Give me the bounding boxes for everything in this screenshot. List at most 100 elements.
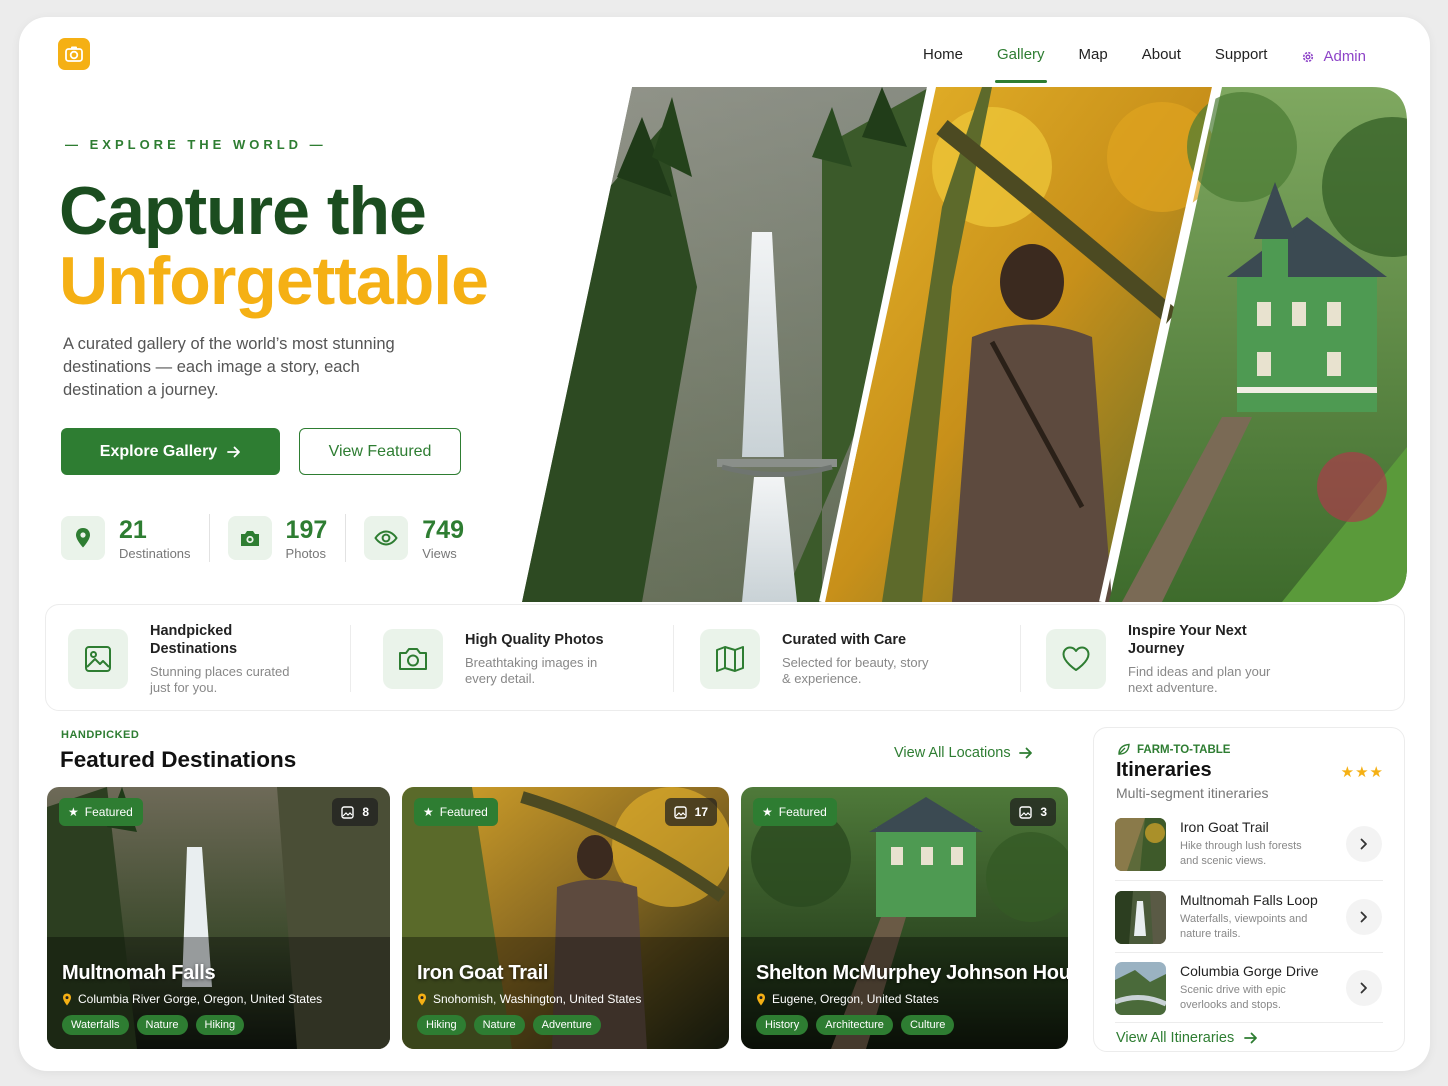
view-all-itineraries-link[interactable]: View All Itineraries — [1116, 1030, 1258, 1046]
itinerary-desc: Waterfalls, viewpoints and nature trails… — [1180, 913, 1308, 940]
tag[interactable]: Hiking — [417, 1015, 466, 1035]
arrow-right-icon — [1018, 747, 1032, 759]
feature-handpicked: Handpicked Destinations Stunning places … — [68, 605, 300, 712]
chevron-right-icon[interactable] — [1346, 899, 1382, 935]
stat-destinations: 21 Destinations — [61, 516, 191, 561]
tag[interactable]: Adventure — [532, 1015, 601, 1035]
card-title: Multnomah Falls — [62, 962, 216, 984]
card-location-text: Eugene, Oregon, United States — [772, 992, 939, 1006]
tag[interactable]: Architecture — [816, 1015, 893, 1035]
arrow-right-icon — [1244, 1032, 1258, 1044]
stat-value: 749 — [422, 515, 464, 544]
main-nav: Home Gallery Map About Support Admin — [906, 45, 1383, 83]
map-icon — [700, 628, 760, 689]
camera-icon — [383, 628, 443, 689]
chevron-right-icon[interactable] — [1346, 970, 1382, 1006]
feature-inspire: Inspire Your Next Journey Find ideas and… — [1046, 605, 1278, 712]
itinerary-name: Iron Goat Trail — [1180, 819, 1269, 835]
leaf-icon — [1118, 743, 1130, 755]
nav-gallery[interactable]: Gallery — [980, 45, 1062, 83]
nav-home[interactable]: Home — [906, 45, 980, 69]
nav-support[interactable]: Support — [1198, 45, 1285, 69]
card-tags: History Architecture Culture — [756, 1015, 955, 1035]
feature-title: Curated with Care — [782, 632, 907, 648]
destination-card[interactable]: ★ Featured 17 Iron Goat Trail Snohomish,… — [402, 787, 729, 1049]
feature-curated: Curated with Care Selected for beauty, s… — [700, 605, 932, 712]
tag[interactable]: History — [756, 1015, 809, 1035]
destination-card[interactable]: ★ Featured 3 Shelton McMurphey Johnson H… — [741, 787, 1068, 1049]
stat-label: Destinations — [119, 545, 191, 561]
map-pin-icon — [418, 993, 426, 1005]
hero-title-line2: Unforgettable — [59, 243, 489, 319]
stat-label: Photos — [285, 545, 327, 561]
tag[interactable]: Culture — [900, 1015, 955, 1035]
hero-photo-collage — [522, 87, 1407, 602]
itinerary-item[interactable]: Multnomah Falls Loop Waterfalls, viewpoi… — [1115, 891, 1383, 957]
explore-gallery-label: Explore Gallery — [99, 442, 218, 460]
itinerary-thumbnail — [1115, 891, 1166, 944]
itineraries-panel: FARM-TO-TABLE Itineraries ★★★ Multi-segm… — [1093, 727, 1405, 1052]
card-photo-waterfall — [47, 787, 390, 1049]
nav-about[interactable]: About — [1125, 45, 1198, 69]
card-location-text: Snohomish, Washington, United States — [433, 992, 642, 1006]
logo-camera-icon[interactable] — [58, 38, 90, 70]
card-tags: Hiking Nature Adventure — [417, 1015, 601, 1035]
tag[interactable]: Waterfalls — [62, 1015, 129, 1035]
features-strip: Handpicked Destinations Stunning places … — [45, 604, 1405, 711]
feature-desc: Breathtaking images in every detail. — [465, 655, 598, 686]
arrow-right-icon — [227, 446, 241, 457]
feature-divider — [1020, 625, 1021, 692]
itinerary-item[interactable]: Columbia Gorge Drive Scenic drive with e… — [1115, 962, 1383, 1028]
itinerary-thumbnail — [1115, 962, 1166, 1015]
featured-badge: ★ Featured — [59, 798, 143, 826]
view-all-locations-link[interactable]: View All Locations — [894, 745, 1033, 761]
camera-icon — [227, 516, 272, 560]
hero-stats: 21 Destinations 197 Photos 749 Views — [61, 514, 464, 562]
itinerary-divider — [1115, 880, 1383, 881]
itinerary-item[interactable]: Iron Goat Trail Hike through lush forest… — [1115, 818, 1383, 884]
tag[interactable]: Hiking — [195, 1015, 245, 1035]
feature-desc: Stunning places curated just for you. — [150, 664, 290, 695]
feature-title: Handpicked Destinations — [150, 623, 238, 657]
itinerary-desc: Hike through lush forests and scenic vie… — [1180, 840, 1302, 867]
feature-divider — [350, 625, 351, 692]
photo-count: 8 — [362, 805, 369, 819]
chevron-right-icon[interactable] — [1346, 826, 1382, 862]
card-title: Shelton McMurphey Johnson House — [756, 962, 1068, 984]
stat-photos: 197 Photos — [227, 515, 328, 561]
map-pin-icon — [63, 993, 71, 1005]
stat-divider — [345, 514, 347, 562]
stat-value: 197 — [285, 515, 328, 544]
photo-count-badge: 8 — [332, 798, 378, 826]
feature-title: Inspire Your Next Journey — [1128, 623, 1247, 657]
eye-icon — [364, 516, 409, 560]
hero-title-line1: Capture the — [59, 173, 427, 249]
star-icon: ★ — [68, 805, 79, 819]
section-title: Featured Destinations — [60, 747, 297, 772]
explore-gallery-button[interactable]: Explore Gallery — [61, 428, 280, 475]
destination-card[interactable]: ★ Featured 8 Multnomah Falls Columbia Ri… — [47, 787, 390, 1049]
card-location: Eugene, Oregon, United States — [756, 992, 939, 1006]
feature-quality: High Quality Photos Breathtaking images … — [383, 605, 615, 712]
itinerary-desc: Scenic drive with epic overlooks and sto… — [1180, 984, 1286, 1011]
card-title: Iron Goat Trail — [417, 962, 549, 984]
view-all-itineraries-label: View All Itineraries — [1116, 1030, 1235, 1046]
nav-admin[interactable]: Admin — [1284, 45, 1383, 69]
feature-desc: Find ideas and plan your next adventure. — [1128, 664, 1271, 695]
tag[interactable]: Nature — [136, 1015, 188, 1035]
featured-badge: ★ Featured — [414, 798, 498, 826]
feature-divider — [673, 625, 674, 692]
photo-count: 3 — [1040, 805, 1047, 819]
itinerary-name: Columbia Gorge Drive — [1180, 963, 1319, 979]
heart-icon — [1046, 628, 1106, 689]
app-window: Home Gallery Map About Support Admin — E… — [19, 17, 1430, 1071]
feature-desc: Selected for beauty, story & experience. — [782, 655, 929, 686]
tag[interactable]: Nature — [473, 1015, 525, 1035]
star-icon: ★ — [762, 805, 773, 819]
itinerary-divider — [1115, 952, 1383, 953]
card-tags: Waterfalls Nature Hiking — [62, 1015, 245, 1035]
admin-label: Admin — [1323, 48, 1366, 65]
nav-map[interactable]: Map — [1062, 45, 1125, 69]
view-featured-button[interactable]: View Featured — [299, 428, 461, 475]
gear-icon — [1303, 51, 1314, 63]
